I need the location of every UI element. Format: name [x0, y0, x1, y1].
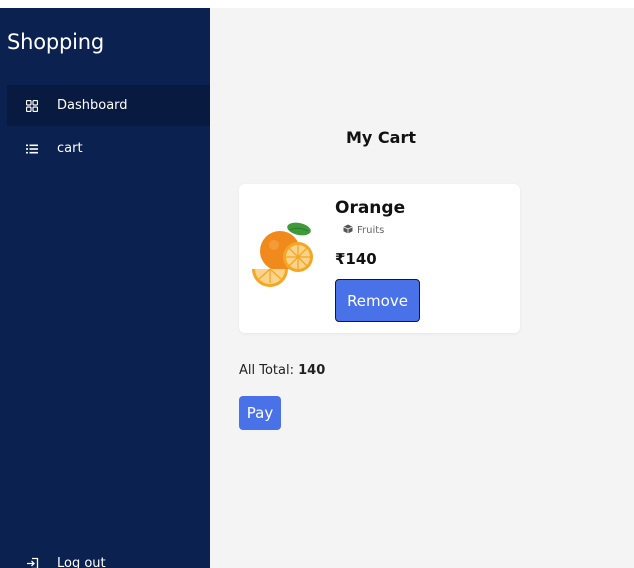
app-frame: Shopping Dashboard cart Log out My Cart … — [0, 8, 634, 568]
box-icon — [343, 224, 353, 237]
sidebar-item-dashboard[interactable]: Dashboard — [7, 85, 210, 126]
total-label: All Total: — [239, 363, 294, 378]
orange-image — [248, 217, 320, 289]
cart-item-card: Orange Fruits ₹140 Remove — [239, 184, 520, 333]
sidebar-item-label: Dashboard — [57, 98, 128, 113]
list-icon — [25, 142, 39, 156]
cart-total: All Total: 140 — [239, 363, 325, 378]
sidebar-item-label: cart — [57, 141, 83, 156]
main-content: My Cart Orange Fruits ₹140 Remove All To… — [210, 8, 634, 568]
remove-button[interactable]: Remove — [335, 279, 420, 322]
product-category: Fruits — [343, 224, 384, 237]
product-price: ₹140 — [335, 250, 377, 268]
pay-button[interactable]: Pay — [239, 396, 281, 430]
category-label: Fruits — [357, 225, 385, 236]
product-name: Orange — [335, 198, 406, 218]
sidebar: Shopping Dashboard cart Log out — [0, 8, 210, 568]
total-value: 140 — [298, 363, 326, 378]
brand-title: Shopping — [7, 30, 105, 54]
page-title: My Cart — [346, 128, 416, 147]
logout-label: Log out — [57, 555, 106, 568]
logout-icon — [25, 556, 39, 568]
logout-button[interactable]: Log out — [7, 548, 210, 568]
sidebar-item-cart[interactable]: cart — [7, 128, 210, 169]
grid-icon — [25, 99, 39, 113]
